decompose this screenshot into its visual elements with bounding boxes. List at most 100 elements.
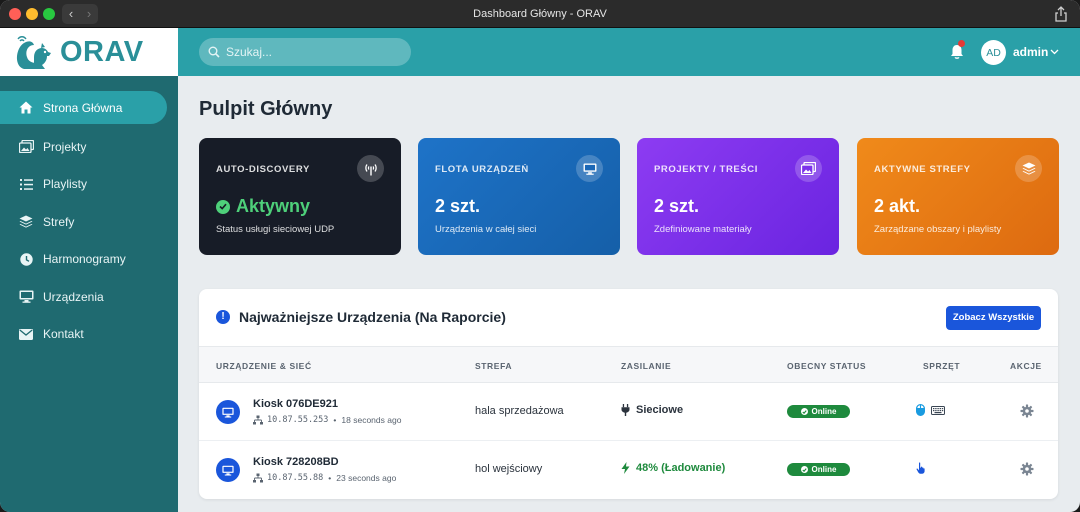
sidebar-nav: Strona Główna Projekty Playlisty Strefy: [0, 91, 178, 353]
device-meta: 10.87.55.253 • 18 seconds ago: [253, 415, 401, 425]
logo[interactable]: ORAV: [0, 28, 178, 76]
card-title: AUTO-DISCOVERY: [216, 164, 310, 175]
column-header[interactable]: SPRZĘT: [923, 361, 960, 371]
sidebar-item-label: Strona Główna: [43, 100, 123, 115]
device-power-label: Sieciowe: [636, 404, 684, 416]
sidebar-item-projekty[interactable]: Projekty: [0, 128, 178, 166]
keyboard-icon: [931, 405, 945, 415]
card-auto-discovery[interactable]: AUTO-DISCOVERY Aktywny Status usługi sie…: [199, 138, 401, 255]
device-ip: 10.87.55.253: [267, 415, 329, 425]
column-header[interactable]: ZASILANIE: [621, 361, 671, 371]
device-name[interactable]: Kiosk 076DE921: [253, 398, 338, 410]
device-power-label: 48% (Ładowanie): [636, 462, 726, 474]
plug-icon: [621, 404, 630, 416]
card-projekty-tresci[interactable]: PROJEKTY / TREŚCI 2 szt. Zdefiniowane ma…: [637, 138, 839, 255]
username[interactable]: admin: [1013, 45, 1048, 59]
card-subtitle: Zarządzane obszary i playlisty: [874, 224, 1002, 235]
column-header[interactable]: AKCJE: [1010, 361, 1042, 371]
sidebar-item-kontakt[interactable]: Kontakt: [0, 316, 178, 354]
layers-icon: [1015, 155, 1042, 182]
sidebar-item-label: Harmonogramy: [43, 252, 126, 267]
chevron-down-icon[interactable]: [1050, 47, 1059, 57]
device-meta: 10.87.55.88 • 23 seconds ago: [253, 473, 396, 483]
card-value: 2 szt.: [435, 196, 481, 216]
card-subtitle: Urządzenia w całej sieci: [435, 224, 537, 235]
touch-hand-icon: [916, 462, 925, 474]
monitor-icon: [576, 155, 603, 182]
check-circle-icon: [800, 466, 808, 473]
sidebar-item-label: Projekty: [43, 139, 87, 154]
column-header[interactable]: URZĄDZENIE & SIEĆ: [216, 361, 312, 371]
card-flota-urzadzen[interactable]: FLOTA URZĄDZEŃ 2 szt. Urządzenia w całej…: [418, 138, 620, 255]
card-value: Aktywny: [216, 196, 310, 217]
sidebar-item-label: Playlisty: [43, 177, 88, 192]
share-icon[interactable]: [1054, 6, 1068, 22]
sidebar-item-harmonogramy[interactable]: Harmonogramy: [0, 241, 178, 279]
search-input[interactable]: Szukaj...: [199, 38, 411, 66]
search-placeholder: Szukaj...: [226, 45, 273, 59]
sidebar-item-label: Urządzenia: [43, 289, 104, 304]
card-value: 2 szt.: [654, 196, 700, 216]
card-title: PROJEKTY / TREŚCI: [654, 164, 758, 175]
sidebar: ORAV Strona Główna Projekty Playlisty St…: [0, 28, 178, 512]
broadcast-tower-icon: [357, 155, 384, 182]
device-last-seen: 23 seconds ago: [336, 473, 397, 483]
sidebar-item-label: Kontakt: [43, 327, 84, 342]
logo-text: ORAV: [60, 35, 144, 68]
status-badge: Online: [787, 463, 850, 476]
table-header: URZĄDZENIE & SIEĆ STREFA ZASILANIE OBECN…: [199, 347, 1058, 383]
device-power: Sieciowe: [621, 404, 683, 416]
app-window: ‹ › Dashboard Główny - ORAV ORAV Strona …: [0, 0, 1080, 512]
device-zone: hala sprzedażowa: [475, 405, 564, 417]
layers-icon: [18, 214, 34, 230]
images-icon: [795, 155, 822, 182]
card-subtitle: Status usługi sieciowej UDP: [216, 224, 335, 235]
gear-icon[interactable]: [1020, 404, 1034, 418]
main-content: Pulpit Główny AUTO-DISCOVERY Aktywny Sta…: [178, 76, 1080, 512]
bolt-icon: [621, 462, 630, 474]
status-text: Online: [811, 465, 837, 474]
status-text: Online: [811, 407, 837, 416]
search-icon: [208, 46, 220, 58]
column-header[interactable]: STREFA: [475, 361, 512, 371]
sidebar-item-strefy[interactable]: Strefy: [0, 203, 178, 241]
home-icon: [18, 100, 34, 116]
avatar[interactable]: AD: [981, 40, 1006, 65]
monitor-icon: [18, 289, 34, 305]
meta-separator: •: [333, 415, 337, 425]
device-hardware: [916, 404, 945, 416]
list-icon: [18, 176, 34, 192]
device-monitor-icon: [216, 458, 240, 482]
table-row[interactable]: Kiosk 076DE921 10.87.55.253 • 18 seconds…: [199, 383, 1058, 441]
device-last-seen: 18 seconds ago: [341, 415, 402, 425]
envelope-icon: [18, 326, 34, 342]
column-header[interactable]: OBECNY STATUS: [787, 361, 866, 371]
card-aktywne-strefy[interactable]: AKTYWNE STREFY 2 akt. Zarządzane obszary…: [857, 138, 1059, 255]
sidebar-item-playlisty[interactable]: Playlisty: [0, 166, 178, 204]
card-value: 2 akt.: [874, 196, 921, 216]
devices-panel: ! Najważniejsze Urządzenia (Na Raporcie)…: [199, 289, 1058, 499]
panel-title: Najważniejsze Urządzenia (Na Raporcie): [239, 309, 506, 325]
device-name[interactable]: Kiosk 728208BD: [253, 456, 339, 468]
sidebar-item-label: Strefy: [43, 214, 75, 229]
meta-separator: •: [328, 473, 332, 483]
device-zone: hol wejściowy: [475, 463, 543, 475]
sidebar-item-urzadzenia[interactable]: Urządzenia: [0, 278, 178, 316]
device-ip: 10.87.55.88: [267, 473, 324, 483]
card-value-text: Aktywny: [236, 196, 311, 216]
info-icon: !: [216, 310, 230, 324]
network-icon: [253, 473, 263, 483]
card-title: AKTYWNE STREFY: [874, 164, 971, 175]
check-circle-icon: [800, 408, 808, 415]
sidebar-item-strona-glowna[interactable]: Strona Główna: [0, 91, 167, 124]
network-icon: [253, 415, 263, 425]
images-icon: [18, 139, 34, 155]
card-title: FLOTA URZĄDZEŃ: [435, 164, 529, 175]
status-badge: Online: [787, 405, 850, 418]
view-all-button[interactable]: Zobacz Wszystkie: [946, 306, 1041, 330]
device-power: 48% (Ładowanie): [621, 462, 725, 474]
gear-icon[interactable]: [1020, 462, 1034, 476]
panel-header: ! Najważniejsze Urządzenia (Na Raporcie)…: [199, 289, 1058, 347]
table-row[interactable]: Kiosk 728208BD 10.87.55.88 • 23 seconds …: [199, 441, 1058, 499]
topbar: Szukaj... AD admin: [178, 28, 1080, 76]
